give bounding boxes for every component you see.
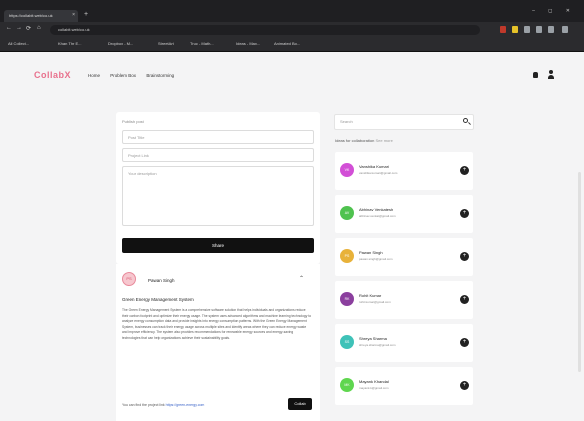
avatar: PS	[340, 249, 354, 263]
nav-problem-box[interactable]: Problem Box	[110, 73, 136, 78]
idea-user-email: rohit.kumar@gmail.com	[359, 300, 391, 304]
idea-user-name: Vanshika Kumari	[359, 164, 389, 169]
extension-icon[interactable]	[524, 26, 530, 33]
idea-user-email: vanshika.kumari@gmail.com	[359, 171, 398, 175]
bookmark-item[interactable]: Truc - Math...	[190, 41, 214, 46]
search-icon[interactable]	[463, 118, 468, 123]
idea-user-email: abhinav.venkat@gmail.com	[359, 214, 396, 218]
add-collaborator-button[interactable]: +	[460, 166, 469, 175]
nav-brainstorming[interactable]: Brainstorming	[146, 73, 174, 78]
publish-post-label: Publish post	[122, 119, 144, 124]
window-controls[interactable]: – ◻ ✕	[532, 8, 576, 14]
idea-user-email: pawan.singh@gmail.com	[359, 257, 393, 261]
bookmark-item[interactable]: Khan Thr E...	[58, 41, 82, 46]
extension-icon[interactable]	[536, 26, 542, 33]
post-description: The Green Energy Management System is a …	[122, 308, 312, 340]
project-link-input[interactable]: Project Link	[122, 148, 314, 162]
avatar: RK	[340, 292, 354, 306]
browser-tab[interactable]: https://collabit.web/co.uk ×	[4, 10, 78, 22]
extension-icon[interactable]	[512, 26, 518, 33]
ideas-see-more[interactable]: See more	[375, 138, 392, 143]
bell-icon[interactable]	[533, 72, 538, 78]
top-nav: Home Problem Box Brainstorming	[88, 73, 183, 78]
add-collaborator-button[interactable]: +	[460, 338, 469, 347]
idea-card[interactable]: RK Rohit Kumar rohit.kumar@gmail.com +	[335, 281, 473, 319]
avatar: VK	[340, 163, 354, 177]
idea-user-name: Abhinav Venkatesh	[359, 207, 394, 212]
post-link-line: You can find the project link https://gr…	[122, 403, 204, 407]
extension-icon[interactable]	[548, 26, 554, 33]
avatar: PS	[122, 272, 136, 286]
bookmark-item[interactable]: Animated Bo...	[274, 41, 300, 46]
reload-icon[interactable]: ⟳	[26, 25, 31, 32]
tab-title: https://collabit.web/co.uk	[9, 13, 53, 18]
bookmarks-bar: All Collect... Khan Thr E... Dropbox - M…	[0, 38, 584, 52]
add-collaborator-button[interactable]: +	[460, 252, 469, 261]
ideas-title: Ideas for collaboration	[335, 138, 375, 143]
post-author-name[interactable]: Pawan Singh	[148, 278, 175, 283]
share-button[interactable]: Share	[122, 238, 314, 253]
idea-user-email: mayank.k@gmail.com	[359, 386, 389, 390]
idea-user-name: Rohit Kumar	[359, 293, 382, 298]
browser-toolbar: ← → ⟳ ⌂ collabit.web/co.uk	[0, 22, 584, 38]
bookmark-item[interactable]: Ideas - Max...	[236, 41, 260, 46]
user-icon-head	[549, 70, 553, 74]
idea-user-email: shreya.sharma@gmail.com	[359, 343, 396, 347]
nav-home[interactable]: Home	[88, 73, 100, 78]
extension-icon[interactable]	[500, 26, 506, 33]
chevron-up-icon[interactable]: ⌃	[299, 275, 304, 282]
post-link-prefix: You can find the project link	[122, 403, 165, 407]
avatar: AV	[340, 206, 354, 220]
bookmark-item[interactable]: StreetArt	[158, 41, 174, 46]
search-input[interactable]: Search	[334, 114, 474, 130]
idea-user-name: Pawan Singh	[359, 250, 383, 255]
app-page: CollabX Home Problem Box Brainstorming P…	[0, 52, 584, 421]
search-placeholder: Search	[340, 119, 353, 124]
publish-post-form: Publish post Post Title Project Link You…	[116, 112, 320, 264]
idea-user-name: Shreya Sharma	[359, 336, 387, 341]
profile-icon[interactable]	[562, 26, 568, 33]
idea-card[interactable]: VK Vanshika Kumari vanshika.kumari@gmail…	[335, 152, 473, 190]
avatar: SS	[340, 335, 354, 349]
post-project-link[interactable]: https://green-energy.com	[166, 403, 205, 407]
browser-tab-bar: https://collabit.web/co.uk × + – ◻ ✕	[0, 0, 584, 22]
add-collaborator-button[interactable]: +	[460, 209, 469, 218]
idea-card[interactable]: PS Pawan Singh pawan.singh@gmail.com +	[335, 238, 473, 276]
new-tab-button[interactable]: +	[84, 11, 88, 18]
idea-user-name: Mayank Khandal	[359, 379, 389, 384]
add-collaborator-button[interactable]: +	[460, 295, 469, 304]
page-scrollbar[interactable]	[578, 172, 581, 372]
collab-button[interactable]: Collab	[288, 398, 312, 410]
idea-card[interactable]: AV Abhinav Venkatesh abhinav.venkat@gmai…	[335, 195, 473, 233]
forward-icon[interactable]: →	[16, 25, 22, 31]
ideas-heading: Ideas for collaboration See more	[335, 138, 393, 143]
bookmark-item[interactable]: All Collect...	[8, 41, 29, 46]
post-title-input[interactable]: Post Title	[122, 130, 314, 144]
post-card: PS Pawan Singh ⌃ Green Energy Management…	[116, 264, 320, 421]
avatar: MK	[340, 378, 354, 392]
app-logo[interactable]: CollabX	[34, 70, 71, 80]
tab-close-icon[interactable]: ×	[72, 12, 75, 18]
user-icon-body	[548, 75, 554, 79]
description-textarea[interactable]: Your description	[122, 166, 314, 226]
post-title: Green Energy Management System	[122, 297, 194, 302]
add-collaborator-button[interactable]: +	[460, 381, 469, 390]
home-icon[interactable]: ⌂	[37, 25, 41, 31]
idea-card[interactable]: MK Mayank Khandal mayank.k@gmail.com +	[335, 367, 473, 405]
bookmark-item[interactable]: Dropbox - M...	[108, 41, 133, 46]
idea-card[interactable]: SS Shreya Sharma shreya.sharma@gmail.com…	[335, 324, 473, 362]
back-icon[interactable]: ←	[6, 25, 12, 31]
address-bar[interactable]: collabit.web/co.uk	[50, 25, 480, 35]
